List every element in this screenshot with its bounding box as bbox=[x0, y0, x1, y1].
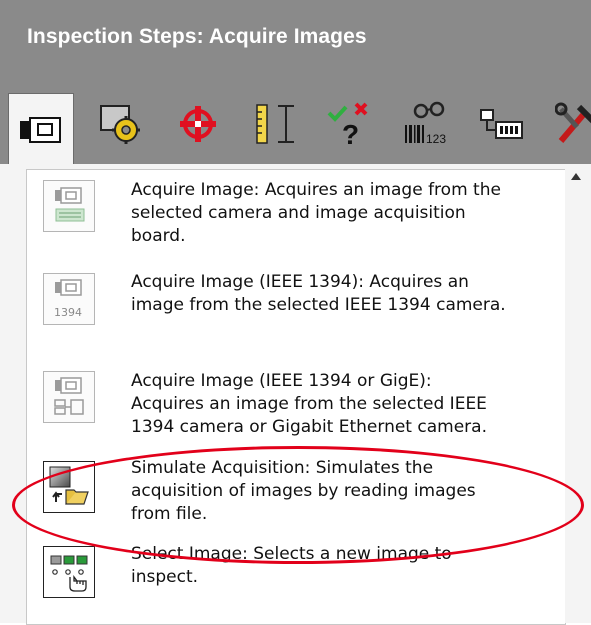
communication-icon bbox=[478, 104, 528, 144]
title-bar: Inspection Steps: Acquire Images bbox=[0, 0, 591, 85]
step-description: Select Image: Selects a new image to ins… bbox=[131, 543, 556, 589]
svg-text:?: ? bbox=[342, 119, 359, 147]
wrench-icon bbox=[555, 101, 591, 147]
folder-image-icon bbox=[43, 461, 95, 513]
camera-1394-icon: 1394 bbox=[43, 273, 95, 325]
crosshair-icon bbox=[178, 104, 218, 144]
list-item-acquire-image-ieee1394-gige[interactable]: Acquire Image (IEEE 1394 or GigE): Acqui… bbox=[27, 350, 565, 445]
tools-tab[interactable] bbox=[550, 99, 591, 149]
step-description: Acquire Image (IEEE 1394 or GigE): Acqui… bbox=[131, 370, 556, 439]
camera-board-icon bbox=[43, 180, 95, 232]
ieee1394-icon-label: 1394 bbox=[54, 306, 82, 319]
enhance-images-tab[interactable] bbox=[95, 99, 145, 149]
identify-parts-tab[interactable]: 123 bbox=[401, 99, 451, 149]
steps-list: Acquire Image: Acquires an image from th… bbox=[26, 169, 566, 625]
acquire-images-tab[interactable] bbox=[8, 93, 74, 165]
svg-text:123: 123 bbox=[426, 132, 446, 146]
ruler-caliper-icon bbox=[254, 102, 300, 146]
step-category-toolbar: ? 123 bbox=[0, 85, 591, 164]
gear-image-icon bbox=[98, 102, 142, 146]
step-description: Acquire Image (IEEE 1394): Acquires an i… bbox=[131, 271, 556, 317]
locate-features-tab[interactable] bbox=[173, 99, 223, 149]
check-for-presence-tab[interactable]: ? bbox=[325, 99, 375, 149]
glasses-barcode-icon: 123 bbox=[401, 101, 451, 147]
panel-title: Inspection Steps: Acquire Images bbox=[27, 25, 367, 49]
step-description: Acquire Image: Acquires an image from th… bbox=[131, 179, 556, 248]
list-item-select-image[interactable]: Select Image: Selects a new image to ins… bbox=[27, 532, 565, 612]
measure-features-tab[interactable] bbox=[252, 99, 302, 149]
list-item-acquire-image[interactable]: Acquire Image: Acquires an image from th… bbox=[27, 170, 565, 258]
use-additional-tools-tab[interactable] bbox=[478, 99, 528, 149]
vertical-scrollbar[interactable] bbox=[565, 169, 591, 623]
step-description: Simulate Acquisition: Simulates the acqu… bbox=[131, 457, 556, 526]
steps-panel: Acquire Image: Acquires an image from th… bbox=[0, 164, 591, 623]
check-cross-question-icon: ? bbox=[326, 101, 374, 147]
camera-icon bbox=[19, 115, 63, 145]
list-item-simulate-acquisition[interactable]: Simulate Acquisition: Simulates the acqu… bbox=[27, 447, 565, 527]
scroll-up-arrow-icon[interactable] bbox=[571, 173, 581, 180]
list-item-acquire-image-ieee1394[interactable]: 1394 Acquire Image (IEEE 1394): Acquires… bbox=[27, 260, 565, 350]
camera-gige-icon bbox=[43, 371, 95, 423]
select-image-hand-icon bbox=[43, 546, 95, 598]
